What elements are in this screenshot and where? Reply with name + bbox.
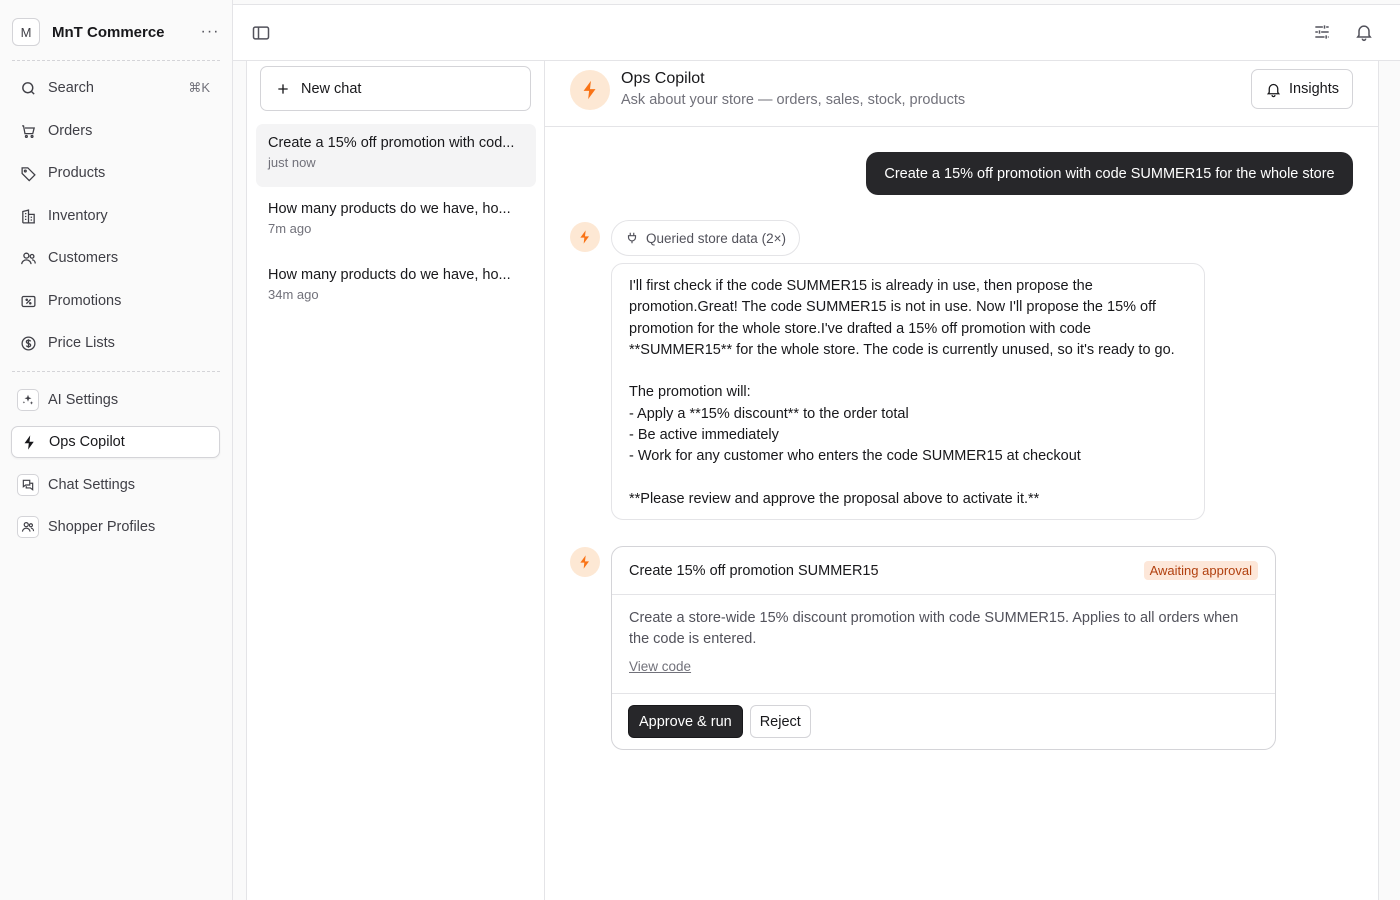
sidebar: M MnT Commerce ··· Search ⌘K Orders Prod… [0, 0, 233, 900]
copilot-avatar [570, 547, 600, 577]
bell-icon[interactable] [1354, 22, 1374, 42]
sidebar-item-label: Shopper Profiles [48, 519, 156, 535]
chat-time: 7m ago [268, 221, 312, 236]
shortcut-hint: ⌘K [188, 80, 210, 95]
store-avatar: M [12, 18, 40, 46]
sidebar-item-label: Ops Copilot [49, 434, 125, 450]
sidebar-item-label: AI Settings [48, 392, 119, 408]
page-title: Ops Copilot [621, 70, 705, 87]
store-switcher[interactable]: M MnT Commerce ··· [12, 18, 220, 46]
bolt-icon [20, 433, 38, 451]
page-subtitle: Ask about your store — orders, sales, st… [621, 92, 966, 108]
new-chat-label: New chat [301, 80, 362, 97]
chat-history-item[interactable]: Create a 15% off promotion with cod... j… [256, 124, 536, 187]
sidebar-item-products[interactable]: Products [11, 157, 220, 189]
bolt-icon [580, 555, 589, 569]
sidebar-item-label: Chat Settings [48, 477, 136, 493]
reject-button[interactable]: Reject [749, 705, 811, 738]
building-icon [19, 207, 37, 225]
insights-button[interactable]: Insights [1251, 69, 1353, 109]
sidebar-item-orders[interactable]: Orders [11, 115, 220, 147]
chat-history-item[interactable]: How many products do we have, ho... 7m a… [256, 190, 536, 253]
chat-history-item[interactable]: How many products do we have, ho... 34m … [256, 256, 536, 319]
proposal-card: Create 15% off promotion SUMMER15 Awaiti… [611, 546, 1276, 750]
sidebar-item-label: Orders [48, 123, 93, 139]
bolt-icon [583, 80, 596, 100]
sidebar-item-label: Promotions [48, 293, 122, 309]
sidebar-item-ai-settings[interactable]: AI Settings [11, 384, 220, 416]
chat-title: How many products do we have, ho... [268, 201, 511, 217]
sidebar-toggle-icon[interactable] [251, 23, 271, 43]
proposal-description: Create a store-wide 15% discount promoti… [629, 610, 1239, 648]
store-name: MnT Commerce [52, 23, 165, 41]
dollar-circle-icon [19, 334, 37, 352]
sidebar-item-label: Search [48, 80, 94, 96]
plug-icon [627, 232, 637, 244]
top-bar [233, 4, 1400, 61]
chat-title: How many products do we have, ho... [268, 267, 511, 283]
sidebar-item-price-lists[interactable]: Price Lists [11, 327, 220, 359]
new-chat-button[interactable]: New chat [260, 66, 531, 111]
sidebar-item-label: Inventory [48, 208, 108, 224]
sidebar-item-search[interactable]: Search ⌘K [11, 72, 220, 104]
copilot-avatar [570, 222, 600, 252]
view-code-link[interactable]: View code [629, 659, 691, 674]
proposal-header: Create 15% off promotion SUMMER15 Awaiti… [612, 547, 1275, 595]
sidebar-item-shopper-profiles[interactable]: Shopper Profiles [11, 511, 220, 543]
chat-main: Ops Copilot Ask about your store — order… [545, 61, 1379, 900]
divider [12, 60, 220, 61]
tool-call-pill[interactable]: Queried store data (2×) [611, 220, 800, 256]
sidebar-item-label: Products [48, 165, 106, 181]
sidebar-item-label: Customers [48, 250, 119, 266]
tag-icon [19, 164, 37, 182]
more-icon[interactable]: ··· [200, 23, 220, 41]
sidebar-item-customers[interactable]: Customers [11, 242, 220, 274]
sidebar-item-promotions[interactable]: Promotions [11, 285, 220, 317]
insights-label: Insights [1289, 81, 1339, 97]
divider [12, 371, 220, 372]
proposal-body: Create a store-wide 15% discount promoti… [612, 595, 1275, 694]
chat-time: 34m ago [268, 287, 319, 302]
chat-header: Ops Copilot Ask about your store — order… [545, 61, 1379, 127]
user-message: Create a 15% off promotion with code SUM… [866, 152, 1353, 195]
sidebar-item-chat-settings[interactable]: Chat Settings [11, 469, 220, 501]
status-badge: Awaiting approval [1143, 561, 1258, 580]
search-icon [19, 79, 37, 97]
assistant-message-text: I'll first check if the code SUMMER15 is… [629, 278, 1175, 507]
bell-icon [1266, 83, 1281, 97]
assistant-message: I'll first check if the code SUMMER15 is… [611, 263, 1205, 520]
users-icon [17, 516, 39, 538]
copilot-avatar [570, 70, 610, 110]
sidebar-item-label: Price Lists [48, 335, 115, 351]
bolt-icon [580, 230, 589, 244]
chat-bubbles-icon [17, 474, 39, 496]
plus-icon [278, 83, 288, 94]
tool-call-label: Queried store data (2×) [646, 230, 786, 246]
chat-history-panel: New chat Create a 15% off promotion with… [246, 61, 545, 900]
users-icon [19, 249, 37, 267]
sliders-icon[interactable] [1312, 22, 1332, 42]
chat-time: just now [268, 155, 316, 170]
sidebar-item-ops-copilot[interactable]: Ops Copilot [11, 426, 220, 458]
cart-icon [19, 122, 37, 140]
ticket-icon [19, 292, 37, 310]
sparkles-icon [17, 389, 39, 411]
proposal-title: Create 15% off promotion SUMMER15 [629, 562, 879, 579]
sidebar-item-inventory[interactable]: Inventory [11, 200, 220, 232]
chat-title: Create a 15% off promotion with cod... [268, 135, 515, 151]
approve-button[interactable]: Approve & run [628, 705, 743, 738]
proposal-actions: Approve & run Reject [612, 694, 1275, 749]
